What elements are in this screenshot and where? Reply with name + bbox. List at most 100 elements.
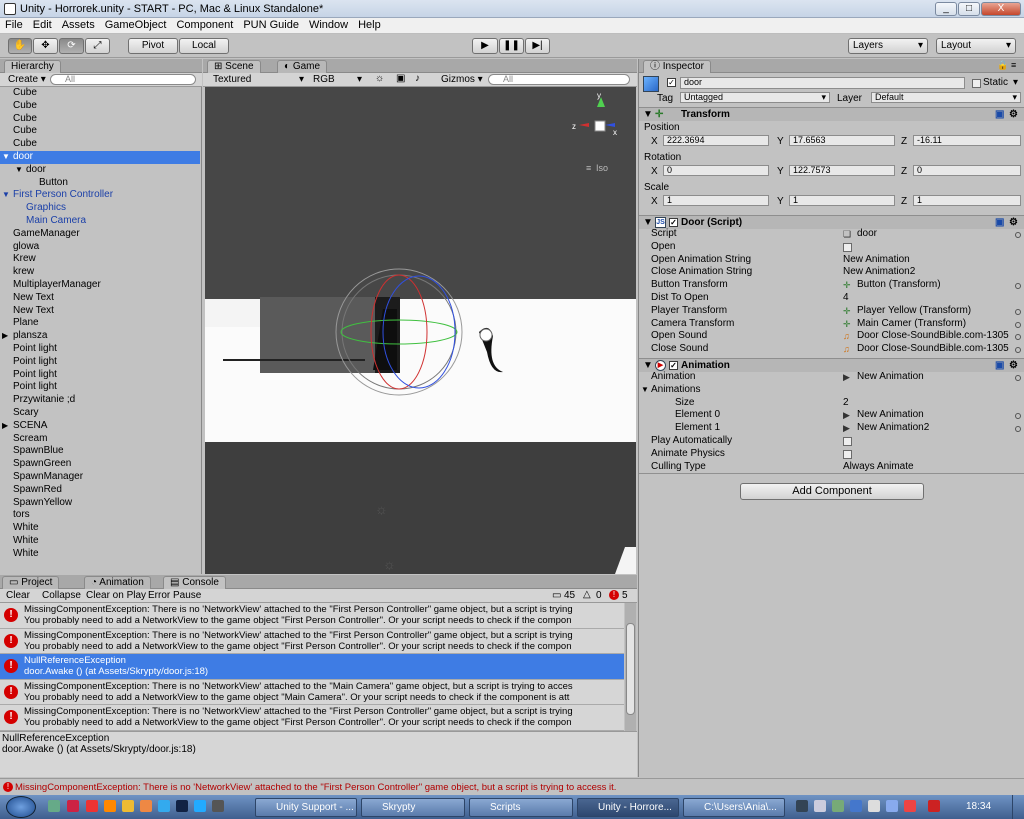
gear-icon[interactable]: ⚙ (1009, 108, 1018, 121)
collapse-button[interactable]: Collapse (42, 590, 81, 601)
start-button[interactable] (6, 796, 36, 818)
door-script-field-value[interactable]: door (857, 228, 877, 241)
layers-dropdown[interactable]: Layers ▾ (848, 38, 928, 54)
console-log-entry[interactable]: ! MissingComponentException: There is no … (0, 603, 624, 629)
volume-icon[interactable] (814, 800, 826, 812)
object-picker-icon[interactable] (1015, 232, 1021, 238)
console-scroll-thumb[interactable] (626, 623, 635, 715)
gizmos-dropdown[interactable]: Gizmos ▾ (441, 74, 483, 85)
tray-icon[interactable] (850, 800, 862, 812)
hierarchy-item[interactable]: ▶ SCENA (0, 420, 200, 433)
foldout-arrow-icon[interactable]: ▼ (641, 384, 649, 397)
door-script-checkbox[interactable] (843, 242, 852, 252)
color-mode-dropdown[interactable]: RGB (313, 74, 335, 85)
hierarchy-item[interactable]: New Text (0, 292, 200, 305)
transform-scl-x-field[interactable]: 1 (663, 195, 769, 206)
scene-viewport[interactable]: ☼ ☼ y z x ≡ Iso (205, 87, 636, 574)
menu-file[interactable]: File (0, 18, 28, 32)
active-checkbox[interactable]: ✓ (667, 78, 676, 87)
foldout-arrow-icon[interactable]: ▶ (2, 330, 8, 343)
taskbar-item-scripts[interactable]: Scripts (469, 798, 573, 817)
image-toggle-icon[interactable]: ▣ (396, 73, 405, 84)
hand-tool-icon[interactable]: ✋ (8, 38, 32, 54)
animation-enabled-checkbox[interactable]: ✓ (669, 361, 678, 370)
step-button[interactable]: ▶| (525, 38, 550, 54)
status-message[interactable]: MissingComponentException: There is no '… (15, 782, 616, 793)
transform-rot-x-field[interactable]: 0 (663, 165, 769, 176)
hierarchy-item[interactable]: Graphics (0, 202, 200, 215)
opera-icon[interactable] (67, 800, 79, 812)
animation-field-value[interactable]: Always Animate (843, 461, 914, 474)
menu-pun-guide[interactable]: PUN Guide (238, 18, 304, 32)
hierarchy-item[interactable]: SpawnYellow (0, 497, 200, 510)
show-desktop-icon[interactable] (48, 800, 60, 812)
maximize-button[interactable]: □ (958, 2, 980, 16)
chevron-down-icon[interactable]: ▾ (1013, 77, 1018, 88)
hierarchy-item[interactable]: ▼ door (0, 151, 200, 164)
object-picker-icon[interactable] (1015, 334, 1021, 341)
door-script-field-value[interactable]: Door Close-SoundBible.com-1305 (857, 330, 1009, 343)
object-picker-icon[interactable] (1015, 426, 1021, 433)
menu-edit[interactable]: Edit (28, 18, 57, 32)
hierarchy-item[interactable]: SpawnManager (0, 471, 200, 484)
hierarchy-item[interactable]: Cube (0, 125, 200, 138)
object-picker-icon[interactable] (1015, 321, 1021, 328)
iso-label[interactable]: Iso (596, 163, 608, 173)
tray-icon[interactable] (796, 800, 808, 812)
foldout-arrow-icon[interactable]: ▼ (2, 151, 10, 164)
menu-component[interactable]: Component (171, 18, 238, 32)
hierarchy-item[interactable]: Point light (0, 369, 200, 382)
door-script-header[interactable]: ▼ JS ✓ Door (Script) ▣ ⚙ (639, 215, 1024, 229)
pause-button[interactable]: ❚❚ (499, 38, 524, 54)
tab-game[interactable]: ◐ Game (277, 60, 328, 73)
info-count-icon[interactable]: ▭ (552, 590, 561, 601)
console-scrollbar[interactable] (625, 603, 636, 731)
hierarchy-item[interactable]: Scary (0, 407, 200, 420)
console-log-entry[interactable]: ! MissingComponentException: There is no … (0, 705, 624, 731)
menu-help[interactable]: Help (353, 18, 386, 32)
scene-search-input[interactable]: All (488, 74, 630, 85)
chrome-icon[interactable] (122, 800, 134, 812)
hierarchy-item[interactable]: ▼ First Person Controller (0, 189, 200, 202)
door-script-field-value[interactable]: Button (Transform) (857, 279, 941, 292)
gmail-icon[interactable] (928, 800, 940, 812)
hierarchy-item[interactable]: MultiplayerManager (0, 279, 200, 292)
media-icon[interactable] (140, 800, 152, 812)
layout-dropdown[interactable]: Layout ▾ (936, 38, 1016, 54)
door-script-field-value[interactable]: 4 (843, 292, 849, 305)
firefox-icon[interactable] (104, 800, 116, 812)
skype-icon[interactable] (194, 800, 206, 812)
hierarchy-item[interactable]: New Text (0, 305, 200, 318)
foldout-arrow-icon[interactable]: ▼ (2, 189, 10, 202)
animation-checkbox[interactable] (843, 449, 852, 459)
hierarchy-item[interactable]: ▼ door (0, 164, 200, 177)
animation-checkbox[interactable] (843, 437, 852, 446)
hierarchy-item[interactable]: krew (0, 266, 200, 279)
show-desktop-button[interactable] (1012, 795, 1024, 819)
transform-rot-y-field[interactable]: 122.7573 (789, 165, 895, 176)
hierarchy-item[interactable]: Cube (0, 113, 200, 126)
clock[interactable]: 18:34 (966, 801, 991, 812)
lighting-toggle-icon[interactable]: ☼ (375, 73, 384, 84)
hierarchy-item[interactable]: Point light (0, 381, 200, 394)
object-picker-icon[interactable] (1015, 375, 1021, 381)
tab-hierarchy[interactable]: Hierarchy (4, 60, 61, 73)
animation-field-value[interactable]: New Animation (857, 371, 924, 384)
hierarchy-item[interactable]: White (0, 522, 200, 535)
close-button[interactable]: X (981, 2, 1021, 16)
foldout-arrow-icon[interactable]: ▶ (2, 420, 8, 433)
app-icon[interactable] (176, 800, 188, 812)
animation-header[interactable]: ▼ ▶ ✓ Animation ▣ ⚙ (639, 358, 1024, 372)
render-mode-dropdown[interactable]: Textured (213, 74, 251, 85)
foldout-arrow-icon[interactable]: ▼ (15, 164, 23, 177)
door-script-field-value[interactable]: Player Yellow (Transform) (857, 305, 971, 318)
error-pause-button[interactable]: Error Pause (148, 590, 201, 601)
pivot-toggle[interactable]: Pivot (128, 38, 178, 54)
panel-menu-icon[interactable]: ≡ (1011, 60, 1016, 70)
hierarchy-item[interactable]: Przywitanie ;d (0, 394, 200, 407)
hierarchy-item[interactable]: SpawnGreen (0, 458, 200, 471)
hierarchy-item[interactable]: White (0, 535, 200, 548)
hierarchy-item[interactable]: Cube (0, 138, 200, 151)
tray-icon[interactable] (904, 800, 916, 812)
create-dropdown[interactable]: Create ▾ (8, 74, 46, 85)
